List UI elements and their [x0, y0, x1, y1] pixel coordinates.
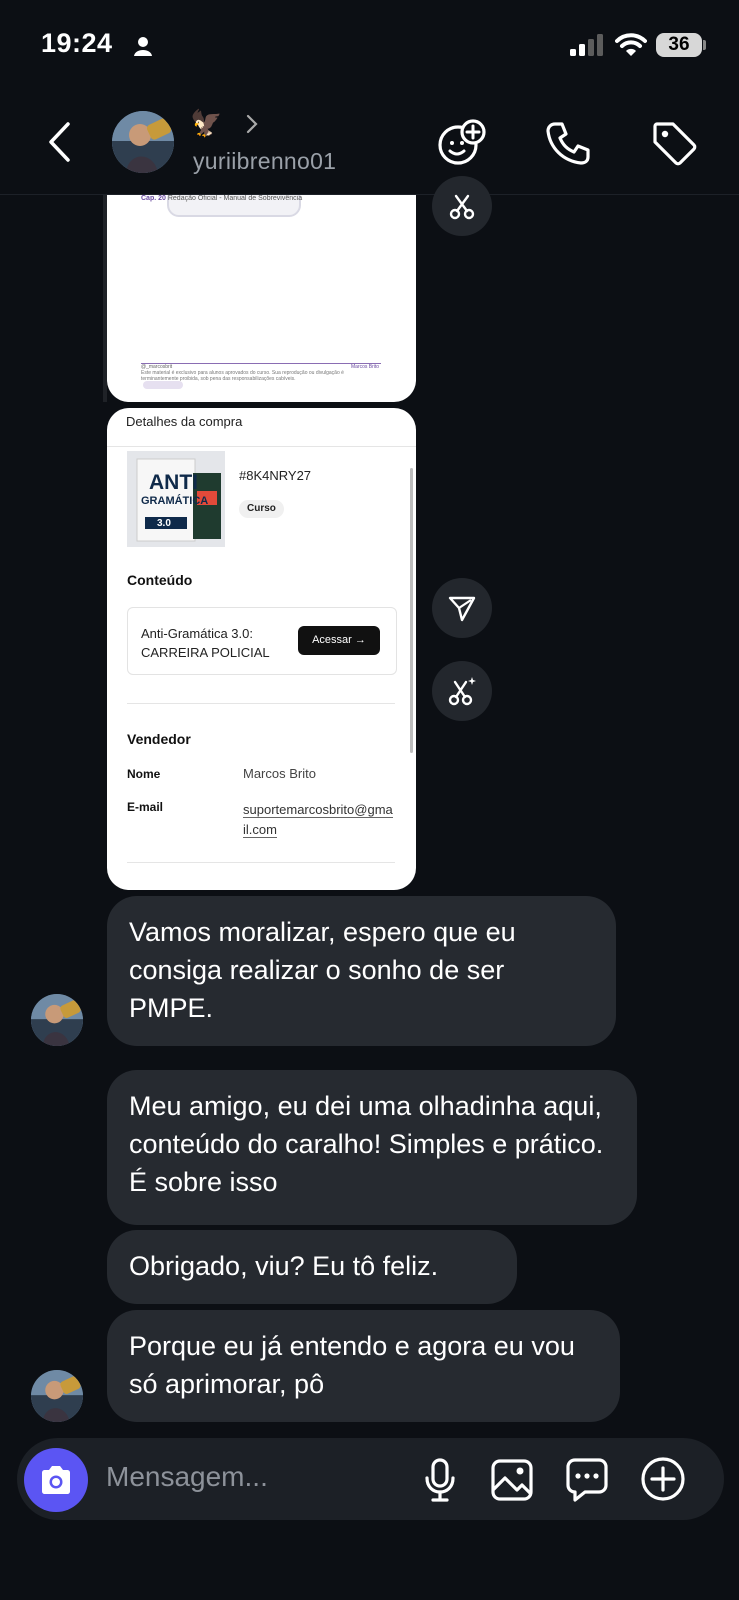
share-button[interactable] — [432, 578, 492, 638]
email-value[interactable]: suportemarcosbrito@gmail.com — [243, 800, 395, 840]
product-name: Anti-Gramática 3.0: CARREIRA POLICIAL — [141, 626, 270, 660]
phone-icon[interactable] — [545, 120, 591, 166]
product-type-badge: Curso — [239, 500, 284, 518]
username[interactable]: yuriibrenno01 — [193, 148, 336, 175]
wifi-icon — [615, 33, 647, 57]
tag-icon[interactable] — [651, 120, 697, 166]
back-chevron-icon[interactable] — [46, 121, 72, 163]
scrollbar[interactable] — [410, 468, 413, 753]
battery-tip — [703, 40, 706, 50]
attachment-edge — [103, 195, 107, 402]
camera-icon — [42, 1466, 70, 1494]
microphone-icon[interactable] — [423, 1458, 457, 1502]
product-box: Anti-Gramática 3.0: CARREIRA POLICIAL Ac… — [127, 607, 397, 675]
purchase-attachment[interactable]: Detalhes da compra ANTI GRAMÁTICA 3.0 #8… — [107, 408, 416, 890]
product-cover: ANTI GRAMÁTICA 3.0 — [127, 451, 225, 547]
message-text: Vamos moralizar, espero que eu consiga r… — [129, 917, 516, 1023]
email-label: E-mail — [127, 800, 164, 814]
avatar-sticker-icon[interactable] — [437, 118, 487, 168]
arrow-right-icon: → — [354, 634, 366, 646]
message-text: Porque eu já entendo e agora eu vou só a… — [129, 1331, 575, 1399]
gallery-icon[interactable] — [490, 1458, 534, 1502]
send-icon — [448, 596, 476, 622]
message-bubble[interactable]: Meu amigo, eu dei uma olhadinha aqui, co… — [107, 1070, 637, 1225]
doc-pill — [143, 381, 183, 389]
remix-button[interactable] — [432, 176, 492, 236]
message-text: Obrigado, viu? Eu tô feliz. — [129, 1251, 439, 1281]
eagle-emoji: 🦅 — [190, 108, 223, 138]
scissors-sparkle-icon — [448, 677, 476, 706]
name-value: Marcos Brito — [243, 766, 316, 781]
scissors-icon — [449, 194, 475, 220]
order-code: #8K4NRY27 — [239, 468, 312, 483]
cover-title-3: 3.0 — [157, 518, 171, 529]
section-divider-bottom — [127, 862, 395, 863]
message-text: Meu amigo, eu dei uma olhadinha aqui, co… — [129, 1091, 604, 1197]
signal-icon — [570, 34, 604, 56]
doc-footer-line — [141, 363, 381, 364]
plus-circle-icon[interactable] — [640, 1456, 686, 1502]
message-input[interactable]: Mensagem... — [106, 1461, 268, 1493]
doc-caption: Cap. 20 Redação Oficial - Manual de Sobr… — [141, 195, 303, 202]
avatar[interactable] — [31, 1370, 83, 1422]
section-divider — [127, 703, 395, 704]
chevron-right-icon[interactable] — [246, 114, 258, 134]
access-button[interactable]: Acessar → — [298, 626, 380, 655]
purchase-title: Detalhes da compra — [126, 414, 243, 429]
avatar[interactable] — [112, 111, 174, 173]
purchase-divider — [107, 446, 416, 447]
message-bubble[interactable]: Vamos moralizar, espero que eu consiga r… — [107, 896, 616, 1046]
avatar[interactable] — [31, 994, 83, 1046]
battery-icon: 36 — [656, 33, 702, 57]
cover-title-2: GRAMÁTICA — [141, 495, 209, 507]
status-time: 19:24 — [41, 28, 113, 58]
cover-title-1: ANTI — [149, 471, 198, 494]
message-bubble[interactable]: Obrigado, viu? Eu tô feliz. — [107, 1230, 517, 1304]
chat-bubble-icon[interactable] — [565, 1457, 609, 1503]
message-bubble[interactable]: Porque eu já entendo e agora eu vou só a… — [107, 1310, 620, 1422]
camera-button[interactable] — [24, 1448, 88, 1512]
document-attachment[interactable]: Cap. 20 Redação Oficial - Manual de Sobr… — [107, 195, 416, 402]
remix-ai-button[interactable] — [432, 661, 492, 721]
content-heading: Conteúdo — [127, 572, 193, 588]
person-icon — [133, 36, 153, 56]
seller-heading: Vendedor — [127, 731, 191, 747]
name-label: Nome — [127, 767, 161, 781]
